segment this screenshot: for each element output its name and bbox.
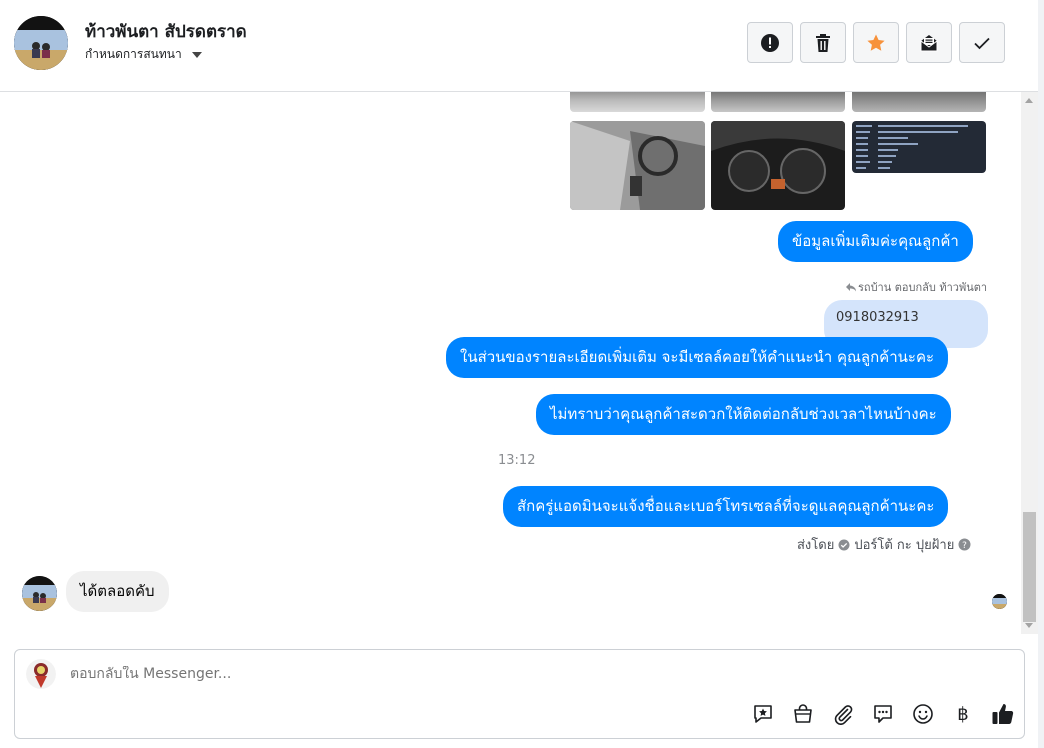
outgoing-message[interactable]: สักครู่แอดมินจะแจ้งชื่อและเบอร์โทรเซลล์ท… <box>503 486 949 527</box>
photo-attachment[interactable] <box>852 92 986 112</box>
photo-attachment[interactable] <box>570 92 705 112</box>
message-timestamp: 13:12 <box>498 453 536 468</box>
thumbs-up-icon <box>992 704 1014 724</box>
mark-unread-button[interactable] <box>906 22 952 63</box>
window-edge <box>1038 0 1044 748</box>
trash-icon <box>816 33 830 52</box>
shop-bag-icon <box>794 704 812 723</box>
quoted-text: 0918032913 <box>836 310 919 325</box>
scroll-up-arrow-icon[interactable] <box>1025 98 1033 103</box>
quick-replies-button[interactable] <box>871 702 895 726</box>
sender-name[interactable]: ปอร์โต้ กะ ปุยฝ้าย <box>854 534 954 555</box>
caret-down-icon <box>191 51 202 58</box>
svg-text:?: ? <box>962 541 967 551</box>
chat-bubbles-icon <box>874 705 892 723</box>
reply-arrow-icon <box>846 283 856 292</box>
sent-by-line: ส่งโดย ปอร์โต้ กะ ปุยฝ้าย ? <box>797 534 971 555</box>
reply-context-text: รถบ้าน ตอบกลับ ท้าวพันตา <box>858 281 988 294</box>
emoji-icon <box>913 704 933 724</box>
page-avatar <box>26 659 56 689</box>
assign-label: กำหนดการสนทนา <box>85 47 182 61</box>
outgoing-message[interactable]: ในส่วนของรายละเอียดเพิ่มเติม จะมีเซลล์คอ… <box>446 337 949 378</box>
contact-name: ท้าวพันตา สัปรดตราด <box>85 22 247 42</box>
contact-avatar-small[interactable] <box>22 576 57 611</box>
outgoing-message[interactable]: ไม่ทราบว่าคุณลูกค้าสะดวกให้ติดต่อกลับช่ว… <box>536 394 951 435</box>
star-button[interactable] <box>853 22 899 63</box>
help-question-icon[interactable]: ? <box>958 538 971 551</box>
saved-reply-button[interactable] <box>751 702 775 726</box>
assign-conversation-dropdown[interactable]: กำหนดการสนทนา <box>85 45 202 64</box>
checkmark-icon <box>974 37 990 49</box>
paperclip-icon <box>834 705 853 725</box>
photo-attachment[interactable] <box>570 121 705 210</box>
svg-text:฿: ฿ <box>957 704 968 725</box>
outgoing-message[interactable]: ข้อมูลเพิ่มเติมค่ะคุณลูกค้า <box>778 221 973 262</box>
baht-icon: ฿ <box>957 704 968 725</box>
conversation-header: ท้าวพันตา สัปรดตราด กำหนดการสนทนา <box>0 0 1038 92</box>
scrollbar-thumb[interactable] <box>1023 512 1036 622</box>
photo-attachment[interactable] <box>852 121 986 173</box>
mark-done-button[interactable] <box>959 22 1005 63</box>
mark-spam-button[interactable] <box>747 22 793 63</box>
shop-button[interactable] <box>791 702 815 726</box>
message-thread: ข้อมูลเพิ่มเติมค่ะคุณลูกค้า รถบ้าน ตอบกล… <box>0 92 1020 634</box>
scroll-down-arrow-icon[interactable] <box>1025 623 1033 628</box>
photo-attachment[interactable] <box>711 92 845 112</box>
attach-file-button[interactable] <box>831 702 855 726</box>
contact-avatar[interactable] <box>14 16 68 70</box>
photo-attachment[interactable] <box>711 121 845 210</box>
delete-button[interactable] <box>800 22 846 63</box>
reply-context: รถบ้าน ตอบกลับ ท้าวพันตา <box>846 278 987 296</box>
messenger-inbox-window: ท้าวพันตา สัปรดตราด กำหนดการสนทนา ข้อมูล… <box>0 0 1044 748</box>
star-icon <box>867 34 885 51</box>
header-actions <box>747 22 1005 63</box>
incoming-message[interactable]: ได้ตลอดคับ <box>66 571 169 612</box>
like-button[interactable] <box>991 702 1015 726</box>
payment-button[interactable]: ฿ <box>951 702 975 726</box>
emoji-button[interactable] <box>911 702 935 726</box>
sent-by-label: ส่งโดย <box>797 538 835 553</box>
envelope-open-icon <box>920 34 938 51</box>
verified-check-icon <box>838 539 850 550</box>
alert-circle-icon <box>761 33 779 52</box>
message-input[interactable] <box>70 666 670 682</box>
thread-scrollbar[interactable] <box>1021 92 1038 634</box>
composer-toolbar: ฿ <box>751 702 1015 726</box>
seen-receipt-avatar <box>992 594 1007 609</box>
reply-composer: ฿ <box>14 649 1025 739</box>
saved-reply-icon <box>754 705 772 723</box>
